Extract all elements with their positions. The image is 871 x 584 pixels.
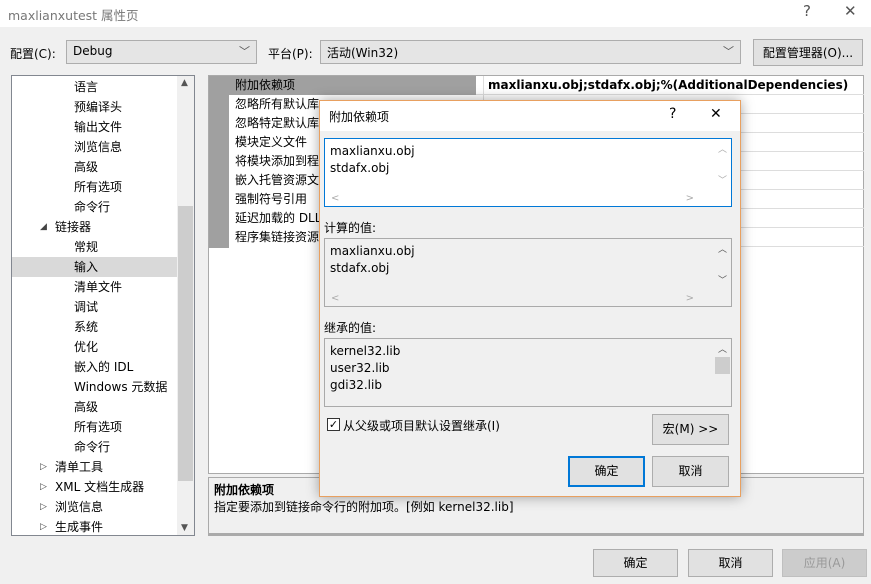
tree-item-label: 预编译头 <box>74 100 123 114</box>
macro-button[interactable]: 宏(M) >> <box>652 414 729 445</box>
platform-label: 平台(P): <box>268 47 313 61</box>
inherited-line: gdi32.lib <box>330 378 382 392</box>
scroll-up-icon[interactable]: ▲ <box>181 78 188 88</box>
inherit-checkbox-label[interactable]: 从父级或项目默认设置继承(I) <box>343 417 500 434</box>
tree-scrollbar[interactable]: ▲ ▼ <box>177 76 194 535</box>
tree-item[interactable]: 输出文件 <box>12 117 177 137</box>
title-bar: maxlianxutest 属性页 ? ✕ <box>0 0 871 27</box>
property-row[interactable]: 附加依赖项 maxlianxu.obj;stdafx.obj;%(Addition… <box>229 76 864 95</box>
property-name: 附加依赖项 <box>229 76 476 95</box>
tree-item[interactable]: 清单文件 <box>12 277 177 297</box>
collapsed-icon[interactable]: ▷ <box>40 517 47 537</box>
tree-item-label: Windows 元数据 <box>74 380 168 394</box>
dialog-cancel-button[interactable]: 取消 <box>652 456 729 487</box>
expanded-icon[interactable]: ◢ <box>40 217 47 237</box>
tree-item-label: 所有选项 <box>74 180 123 194</box>
scroll-thumb[interactable] <box>178 206 193 481</box>
platform-select[interactable]: 活动(Win32) ﹀ <box>320 40 741 64</box>
tree-item[interactable]: 高级 <box>12 397 177 417</box>
tree-item-label: 常规 <box>74 240 99 254</box>
dialog-title: 附加依赖项 <box>329 110 390 124</box>
inherited-values: kernel32.lib user32.lib gdi32.lib ︿ <box>324 338 732 407</box>
dependencies-edit[interactable]: maxlianxu.obj stdafx.obj ︿ ﹀ < > <box>324 138 732 207</box>
tree-item-label: 高级 <box>74 160 99 174</box>
tree-item[interactable]: 预编译头 <box>12 97 177 117</box>
tree-item-label: 嵌入的 IDL <box>74 360 134 374</box>
collapsed-icon[interactable]: ▷ <box>40 477 47 497</box>
tree-item[interactable]: ▷ 浏览信息 <box>12 497 177 517</box>
additional-dependencies-dialog: 附加依赖项 ? ✕ maxlianxu.obj stdafx.obj ︿ ﹀ < >… <box>319 100 741 497</box>
tree-item-label: 链接器 <box>55 220 92 234</box>
config-label: 配置(C): <box>10 47 56 61</box>
dialog-help-button[interactable]: ? <box>669 106 676 122</box>
tree-item[interactable]: 调试 <box>12 297 177 317</box>
tree-item-label: 清单文件 <box>74 280 123 294</box>
chevron-down-icon: ﹀ <box>723 45 734 58</box>
chevron-down-icon: ﹀ <box>239 45 250 58</box>
config-manager-button[interactable]: 配置管理器(O)... <box>753 39 863 66</box>
cancel-button[interactable]: 取消 <box>688 549 773 577</box>
platform-value: 活动(Win32) <box>327 46 399 60</box>
computed-label: 计算的值: <box>324 221 377 235</box>
ok-button[interactable]: 确定 <box>593 549 678 577</box>
property-value[interactable]: maxlianxu.obj;stdafx.obj;%(AdditionalDep… <box>483 76 863 95</box>
computed-line: stdafx.obj <box>330 261 390 275</box>
tree-item-label: 命令行 <box>74 200 111 214</box>
window-title: maxlianxutest 属性页 <box>8 8 139 23</box>
computed-line: maxlianxu.obj <box>330 244 415 258</box>
tree-item[interactable]: 命令行 <box>12 197 177 217</box>
tree-item-label: 清单工具 <box>55 460 104 474</box>
nav-tree: 语言 预编译头 输出文件 浏览信息 高级 所有选项 命令行 ◢ 链接器 常规 输入 清单文件 调试 系统优… <box>11 75 195 536</box>
tree-item[interactable]: 所有选项 <box>12 417 177 437</box>
help-button[interactable]: ? <box>803 2 811 20</box>
tree-item-label: 优化 <box>74 340 99 354</box>
tree-item-label: 调试 <box>74 300 99 314</box>
tree-item-label: 浏览信息 <box>55 500 104 514</box>
description-text: 指定要添加到链接命令行的附加项。[例如 kernel32.lib] <box>214 500 514 514</box>
tree-item[interactable]: 嵌入的 IDL <box>12 357 177 377</box>
apply-button[interactable]: 应用(A) <box>782 549 867 577</box>
tree-item[interactable]: 命令行 <box>12 437 177 457</box>
computed-values: maxlianxu.obj stdafx.obj ︿ ﹀ < > <box>324 238 732 307</box>
tree-item[interactable]: ▷ XML 文档生成器 <box>12 477 177 497</box>
collapsed-icon[interactable]: ▷ <box>40 497 47 517</box>
inherited-line: user32.lib <box>330 361 390 375</box>
inherit-checkbox[interactable]: ✓ <box>327 418 340 431</box>
tree-item[interactable]: 常规 <box>12 237 177 257</box>
tree-item[interactable]: 优化 <box>12 337 177 357</box>
tree-item[interactable]: 高级 <box>12 157 177 177</box>
tree-item-label: 高级 <box>74 400 99 414</box>
tree-item[interactable]: 所有选项 <box>12 177 177 197</box>
edit-line: stdafx.obj <box>330 161 390 175</box>
dialog-close-button[interactable]: ✕ <box>710 106 722 122</box>
tree-item-label: 命令行 <box>74 440 111 454</box>
tree-item-label: 所有选项 <box>74 420 123 434</box>
tree-item[interactable]: 语言 <box>12 77 177 97</box>
dialog-title-bar: 附加依赖项 ? ✕ <box>320 101 740 131</box>
inherited-label: 继承的值: <box>324 321 377 335</box>
tree-item[interactable]: 系统 <box>12 317 177 337</box>
tree-item-label: XML 文档生成器 <box>55 480 145 494</box>
tree-item-label: 语言 <box>74 80 99 94</box>
tree-item-label: 输入 <box>74 260 99 274</box>
inherited-line: kernel32.lib <box>330 344 401 358</box>
close-button[interactable]: ✕ <box>844 2 857 20</box>
dialog-ok-button[interactable]: 确定 <box>568 456 645 487</box>
tree-item-label: 输出文件 <box>74 120 123 134</box>
scroll-down-icon[interactable]: ▼ <box>181 523 188 533</box>
config-select[interactable]: Debug ﹀ <box>66 40 257 64</box>
edit-line: maxlianxu.obj <box>330 144 415 158</box>
tree-item-label: 系统 <box>74 320 99 334</box>
tree-item[interactable]: ◢ 链接器 <box>12 217 177 237</box>
tree-item-label: 浏览信息 <box>74 140 123 154</box>
tree-item[interactable]: Windows 元数据 <box>12 377 177 397</box>
tree-item-label: 生成事件 <box>55 520 104 534</box>
inherited-scrollbar[interactable]: ︿ <box>714 339 731 406</box>
tree-item[interactable]: 输入 <box>12 257 177 277</box>
tree-item[interactable]: ▷ 生成事件 <box>12 517 177 537</box>
tree-item[interactable]: 浏览信息 <box>12 137 177 157</box>
config-value: Debug <box>73 44 113 58</box>
tree-item[interactable]: ▷ 清单工具 <box>12 457 177 477</box>
collapsed-icon[interactable]: ▷ <box>40 457 47 477</box>
